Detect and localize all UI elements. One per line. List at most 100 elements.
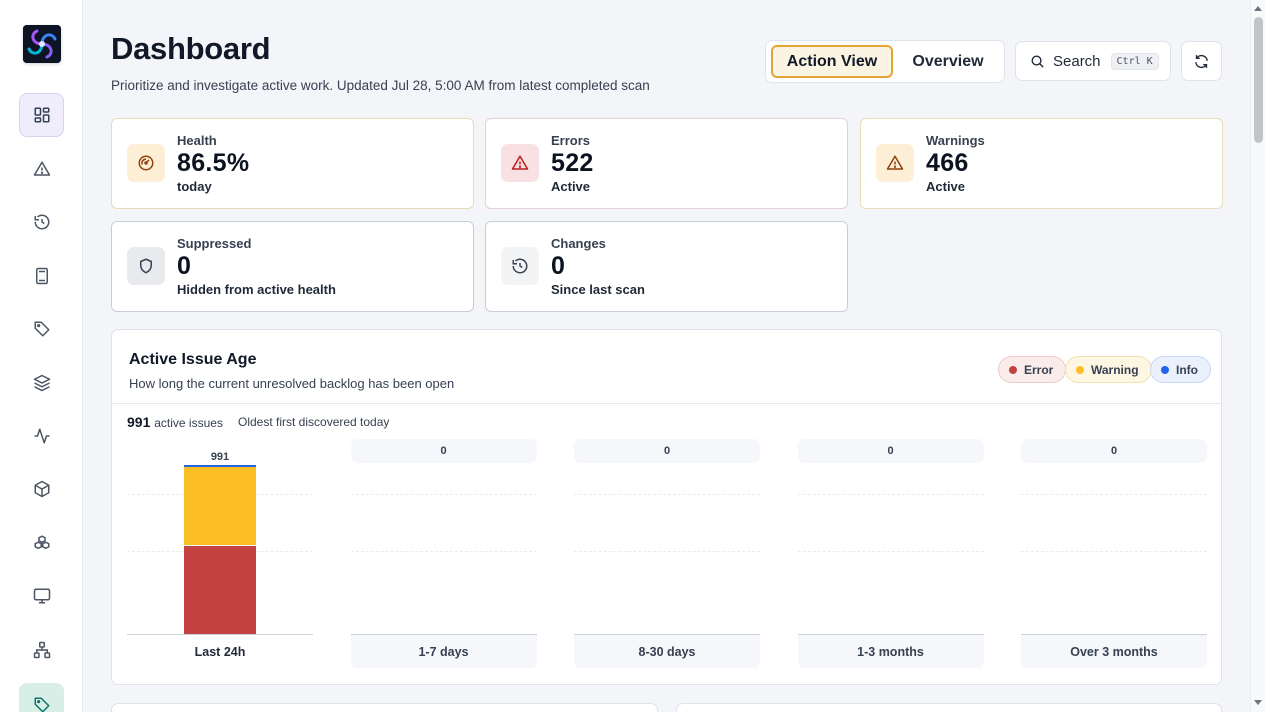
age-bucket-last-24h[interactable]: 991 Last 24h <box>127 438 313 668</box>
sidebar-item-components[interactable] <box>19 521 64 565</box>
boxes-icon <box>34 535 49 550</box>
search-label: Search <box>1053 52 1101 70</box>
legend-info[interactable]: Info <box>1150 356 1211 383</box>
monitor-icon <box>33 588 50 604</box>
changes-card[interactable]: Changes 0 Since last scan <box>485 221 848 312</box>
legend-warning[interactable]: Warning <box>1065 356 1152 383</box>
gridline <box>574 551 760 552</box>
errors-value: 522 <box>551 149 594 177</box>
health-card[interactable]: Health 86.5% today <box>111 118 474 209</box>
sidebar-item-issues[interactable] <box>19 147 64 191</box>
sidebar-item-reports[interactable] <box>19 254 64 298</box>
suppressed-card[interactable]: Suppressed 0 Hidden from active health <box>111 221 474 312</box>
gridline <box>1021 551 1207 552</box>
active-count-value: 991 <box>127 414 151 430</box>
search-icon <box>1031 55 1044 68</box>
legend-error-label: Error <box>1024 362 1054 377</box>
action-view-tab[interactable]: Action View <box>771 45 893 78</box>
bucket-total-label: 0 <box>440 445 447 457</box>
age-bucket-1-7-days[interactable]: 0 1-7 days <box>350 438 537 668</box>
sidebar-item-tags[interactable] <box>19 307 64 351</box>
search-shortcut: Ctrl K <box>1110 52 1159 70</box>
errors-sub: Active <box>551 179 591 194</box>
network-icon <box>33 641 50 659</box>
bar-segment-error[interactable] <box>184 545 256 634</box>
gridline <box>574 494 760 495</box>
gridline <box>350 494 537 495</box>
scroll-up-icon[interactable] <box>1254 6 1262 11</box>
history-icon <box>34 214 49 230</box>
warnings-sub: Active <box>926 179 966 194</box>
logo-swirl-icon <box>23 25 61 63</box>
warning-triangle-icon <box>33 161 50 176</box>
scroll-down-icon[interactable] <box>1254 700 1262 705</box>
gridline <box>1021 494 1207 495</box>
health-sub: today <box>177 179 212 194</box>
sidebar-item-activity[interactable] <box>19 414 64 458</box>
bucket-category-label: 1-3 months <box>797 635 984 668</box>
tag-icon <box>34 321 49 337</box>
panel-subtitle: How long the current unresolved backlog … <box>129 376 455 391</box>
page-subtitle: Prioritize and investigate active work. … <box>111 78 650 93</box>
active-issue-count: 991 active issues <box>127 414 223 430</box>
suppressed-sub: Hidden from active health <box>177 282 336 297</box>
sidebar-item-devices[interactable] <box>19 574 64 618</box>
changes-sub: Since last scan <box>551 282 645 297</box>
bucket-total-label: 0 <box>663 445 671 457</box>
panel-divider <box>112 403 1221 404</box>
warnings-card[interactable]: Warnings 466 Active <box>860 118 1223 209</box>
layers-icon <box>33 374 50 392</box>
activity-icon <box>34 428 49 444</box>
info-dot-icon <box>1161 365 1169 374</box>
suppressed-value: 0 <box>177 252 192 280</box>
bucket-total-label: 0 <box>887 445 894 457</box>
shield-icon <box>127 247 165 285</box>
bucket-category-label: Last 24h <box>194 644 246 659</box>
bucket-total-label: 0 <box>1110 445 1118 457</box>
age-bucket-8-30-days[interactable]: 0 8-30 days <box>574 438 760 668</box>
sidebar-item-history[interactable] <box>19 200 64 244</box>
oldest-issue-note: Oldest first discovered today <box>238 415 390 429</box>
errors-label: Errors <box>551 133 591 148</box>
bar-segment-warning[interactable] <box>184 466 256 546</box>
error-triangle-icon <box>501 144 539 182</box>
legend-error[interactable]: Error <box>998 356 1067 383</box>
refresh-button[interactable] <box>1181 41 1222 81</box>
gauge-icon <box>127 144 165 182</box>
active-count-label: active issues <box>154 416 223 430</box>
sidebar-item-packages[interactable] <box>19 467 64 511</box>
sidebar-item-layers[interactable] <box>19 361 64 405</box>
refresh-icon <box>1195 54 1208 68</box>
sidebar-item-network[interactable] <box>19 628 64 672</box>
errors-card[interactable]: Errors 522 Active <box>485 118 848 209</box>
gridline <box>350 551 537 552</box>
legend-info-label: Info <box>1176 362 1198 377</box>
bucket-category-label: Over 3 months <box>1021 635 1207 668</box>
bottom-card-left <box>111 703 658 712</box>
age-bucket-over-3-months[interactable]: 0 Over 3 months <box>1021 438 1207 668</box>
gridline <box>797 494 984 495</box>
sidebar <box>0 0 83 712</box>
legend-warning-label: Warning <box>1091 362 1139 377</box>
warning-triangle-icon <box>876 144 914 182</box>
changes-value: 0 <box>551 252 566 280</box>
page-scrollbar[interactable] <box>1250 0 1265 712</box>
bar-segment-info[interactable] <box>184 464 256 467</box>
search-button[interactable]: Search Ctrl K <box>1015 41 1171 81</box>
bottom-card-right <box>676 703 1222 712</box>
sidebar-item-labels[interactable] <box>19 683 64 712</box>
bucket-category-label: 8-30 days <box>574 635 760 668</box>
scroll-thumb[interactable] <box>1254 17 1263 143</box>
overview-tab[interactable]: Overview <box>898 45 998 78</box>
dashboard-grid-icon <box>34 107 49 123</box>
app-logo[interactable] <box>23 25 61 63</box>
bucket-total-label: 991 <box>210 450 230 463</box>
sidebar-item-dashboard[interactable] <box>19 93 64 137</box>
health-label: Health <box>177 133 217 148</box>
cube-icon <box>34 480 49 498</box>
view-toggle: Action View Overview <box>765 40 1005 83</box>
changes-label: Changes <box>551 236 606 251</box>
age-bucket-1-3-months[interactable]: 0 1-3 months <box>797 438 984 668</box>
error-dot-icon <box>1009 365 1017 374</box>
gridline <box>797 551 984 552</box>
